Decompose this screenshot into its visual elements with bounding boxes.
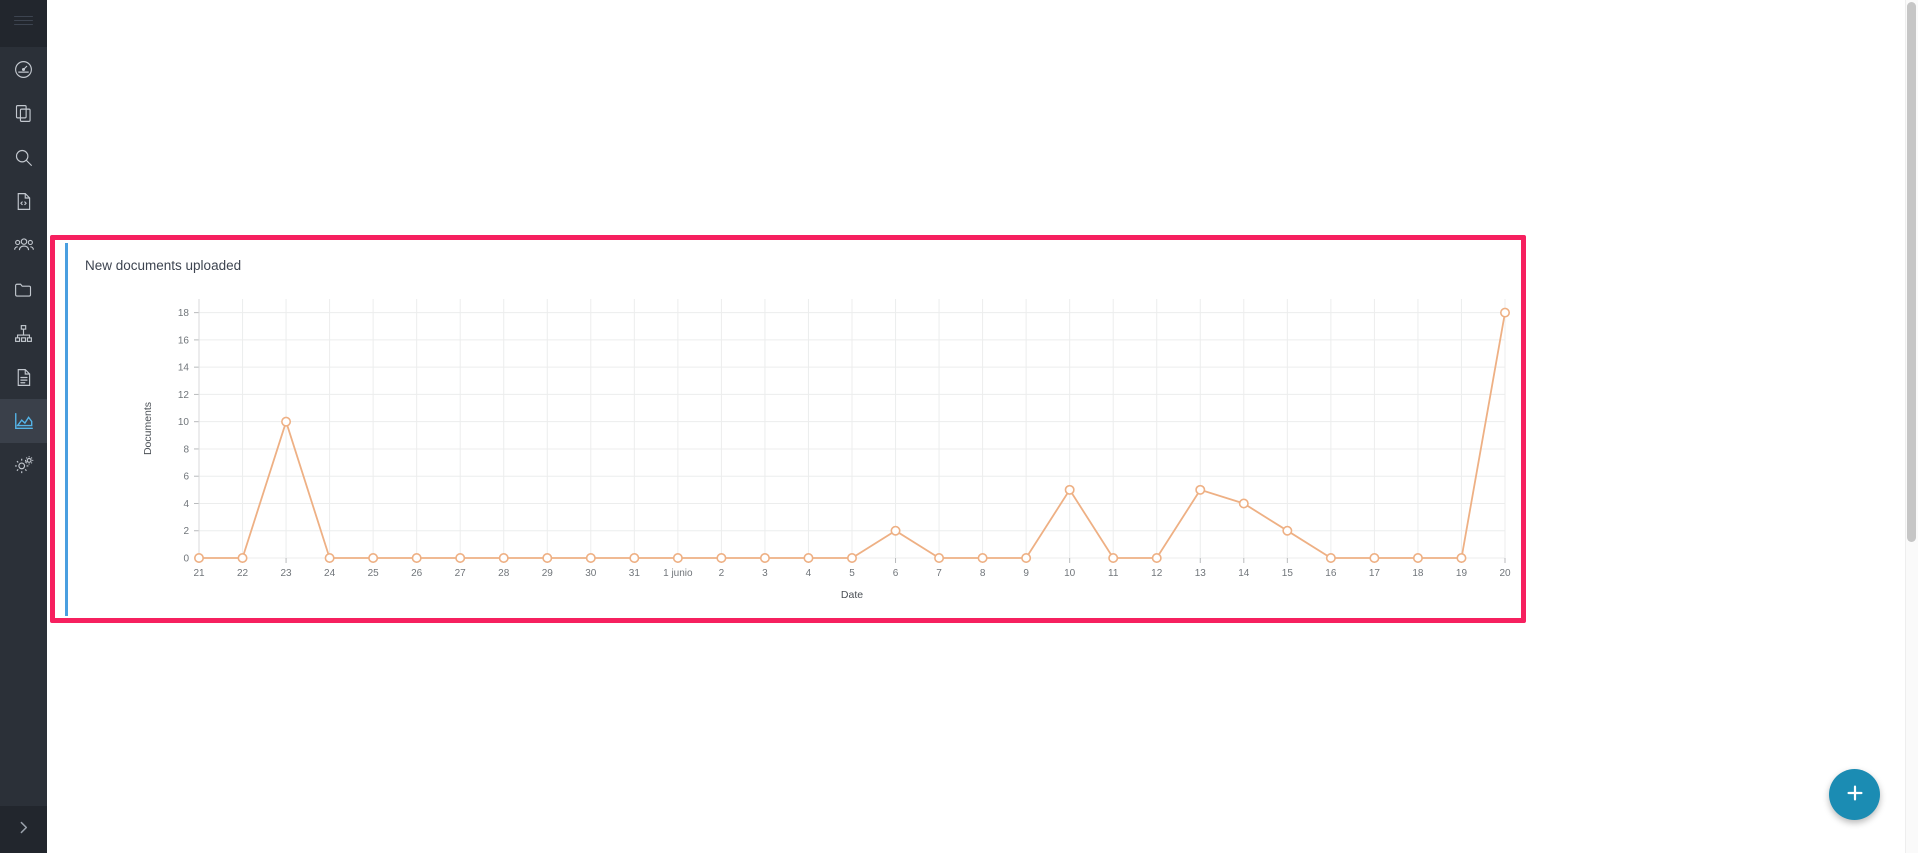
sidebar-item-code-documents[interactable]	[0, 179, 47, 223]
sidebar-item-hierarchy[interactable]	[0, 311, 47, 355]
svg-text:19: 19	[1456, 568, 1468, 579]
chevron-right-icon	[15, 819, 32, 841]
svg-text:Date: Date	[841, 589, 863, 601]
svg-text:16: 16	[1325, 568, 1337, 579]
svg-text:9: 9	[1023, 568, 1029, 579]
file-text-icon	[13, 367, 34, 388]
file-code-icon	[13, 191, 34, 212]
top-header	[47, 0, 1918, 41]
svg-text:16: 16	[178, 335, 190, 346]
svg-text:31: 31	[629, 568, 641, 579]
people-group-icon	[13, 234, 35, 256]
svg-text:14: 14	[1238, 568, 1250, 579]
hamburger-bar	[14, 20, 33, 22]
svg-text:29: 29	[542, 568, 554, 579]
svg-text:2: 2	[183, 526, 189, 537]
svg-text:27: 27	[455, 568, 467, 579]
svg-text:2: 2	[719, 568, 725, 579]
chart-title: New documents uploaded	[85, 258, 241, 273]
plus-icon	[1844, 782, 1866, 807]
svg-text:0: 0	[183, 554, 189, 565]
sidebar-item-dashboard[interactable]	[0, 47, 47, 91]
svg-text:1 junio: 1 junio	[663, 568, 693, 579]
gears-icon	[13, 454, 35, 476]
svg-text:17: 17	[1369, 568, 1381, 579]
line-chart-svg: 02468101214161821222324252627282930311 j…	[68, 281, 1535, 614]
copy-documents-icon	[13, 103, 34, 124]
sidebar-item-analytics[interactable]	[0, 399, 47, 443]
svg-text:15: 15	[1282, 568, 1294, 579]
hamburger-menu-button[interactable]	[0, 0, 47, 41]
svg-text:10: 10	[178, 417, 190, 428]
area-chart-icon	[13, 410, 35, 432]
sidebar-item-folders[interactable]	[0, 267, 47, 311]
svg-text:12: 12	[1151, 568, 1163, 579]
hamburger-bar	[14, 16, 33, 18]
svg-text:Documents: Documents	[142, 402, 154, 455]
svg-text:26: 26	[411, 568, 423, 579]
svg-text:6: 6	[183, 472, 189, 483]
sidebar-item-administration[interactable]	[0, 443, 47, 487]
chart-plot-area: 02468101214161821222324252627282930311 j…	[68, 281, 1535, 614]
svg-text:12: 12	[178, 390, 190, 401]
svg-text:5: 5	[849, 568, 855, 579]
svg-text:23: 23	[281, 568, 293, 579]
svg-text:21: 21	[193, 568, 205, 579]
svg-text:11: 11	[1108, 568, 1119, 579]
svg-text:10: 10	[1064, 568, 1076, 579]
svg-text:18: 18	[178, 308, 190, 319]
svg-text:20: 20	[1499, 568, 1511, 579]
add-button[interactable]	[1829, 769, 1880, 820]
svg-text:3: 3	[762, 568, 768, 579]
svg-text:22: 22	[237, 568, 249, 579]
sitemap-icon	[13, 323, 34, 344]
sidebar-expand-button[interactable]	[0, 806, 47, 853]
folder-icon	[13, 279, 34, 300]
svg-text:18: 18	[1412, 568, 1424, 579]
page-scrollbar-track[interactable]	[1905, 0, 1918, 853]
magnifier-icon	[13, 147, 34, 168]
svg-text:7: 7	[936, 568, 942, 579]
svg-text:14: 14	[178, 363, 190, 374]
svg-text:25: 25	[368, 568, 380, 579]
new-documents-chart-card: New documents uploaded 02468101214161821…	[65, 243, 1535, 616]
page-scrollbar-thumb[interactable]	[1907, 2, 1916, 542]
svg-text:28: 28	[498, 568, 510, 579]
sidebar-item-records[interactable]	[0, 355, 47, 399]
sidebar-item-documents[interactable]	[0, 91, 47, 135]
svg-text:4: 4	[183, 499, 189, 510]
hamburger-bar	[14, 24, 33, 26]
svg-text:13: 13	[1195, 568, 1207, 579]
svg-text:8: 8	[980, 568, 986, 579]
svg-text:4: 4	[806, 568, 812, 579]
svg-text:24: 24	[324, 568, 336, 579]
sidebar-item-search[interactable]	[0, 135, 47, 179]
svg-text:8: 8	[183, 444, 189, 455]
gauge-icon	[13, 59, 34, 80]
sidebar-item-people[interactable]	[0, 223, 47, 267]
sidebar-nav	[0, 0, 47, 853]
svg-text:6: 6	[893, 568, 899, 579]
svg-text:30: 30	[585, 568, 597, 579]
